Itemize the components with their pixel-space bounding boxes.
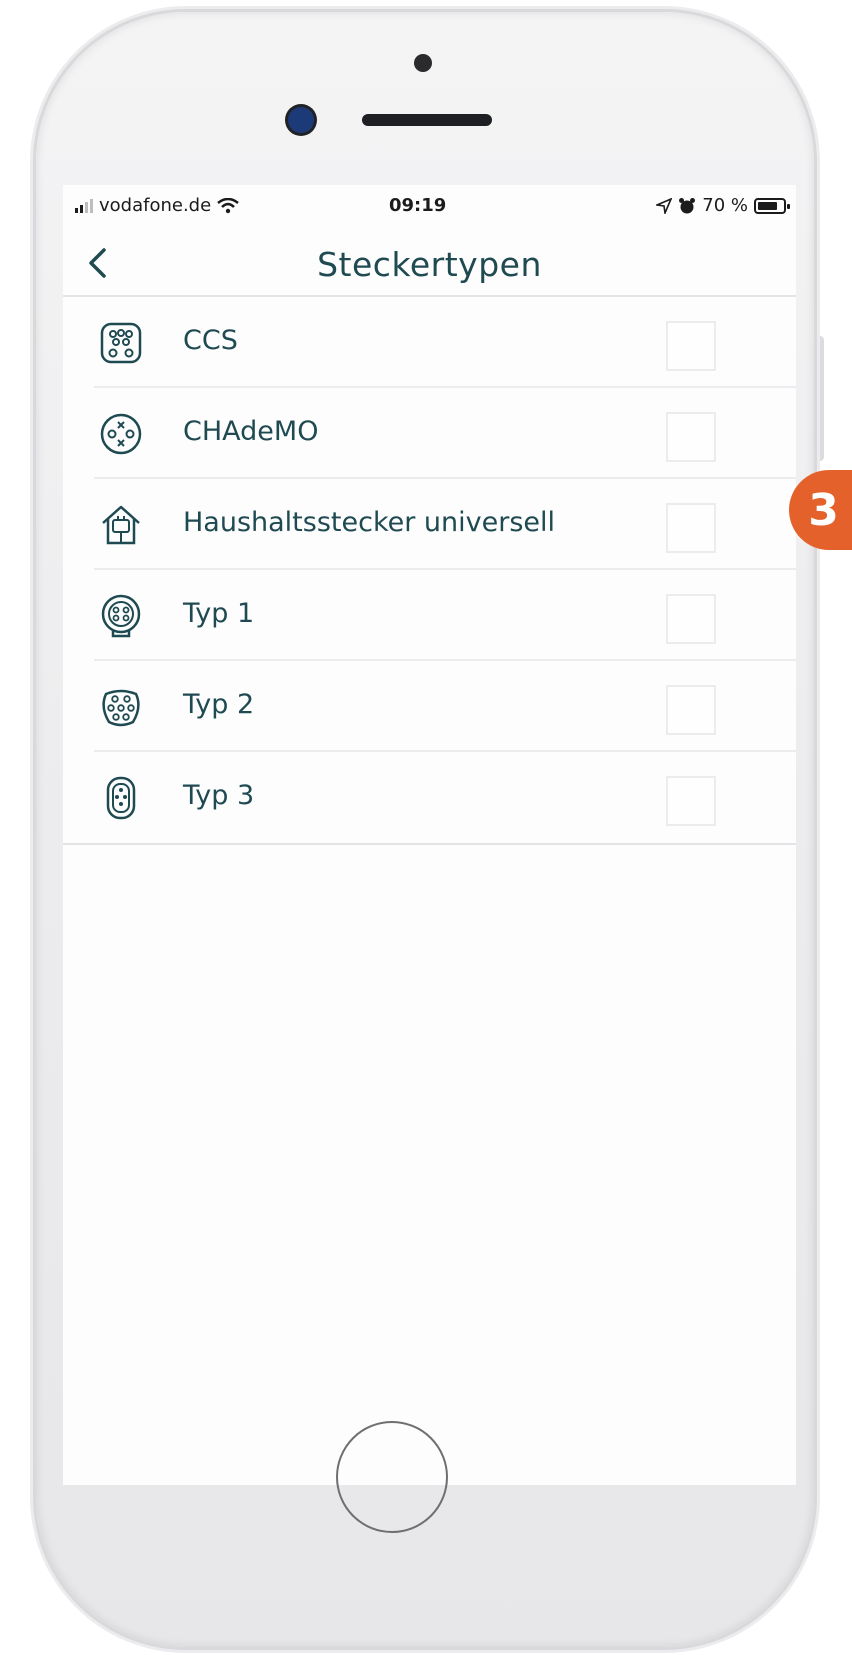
type2-plug-icon [102, 689, 140, 727]
phone-screen: vodafone.de 09:19 70 % Steckertypen CCS … [63, 185, 796, 1485]
page-title: Steckertypen [317, 245, 542, 284]
list-item-chademo[interactable]: CHAdeMO [63, 388, 796, 479]
chademo-plug-icon [100, 413, 142, 455]
list-item-household[interactable]: Haushaltsstecker universell [63, 479, 796, 570]
list-item-typ-1[interactable]: Typ 1 [63, 570, 796, 661]
list-item-label: CCS [183, 325, 238, 356]
type1-plug-icon [101, 594, 141, 638]
list-item-typ-2[interactable]: Typ 2 [63, 661, 796, 752]
checkbox[interactable] [666, 412, 716, 462]
ccs-plug-icon [100, 322, 142, 364]
checkbox[interactable] [666, 503, 716, 553]
household-plug-icon [102, 505, 140, 545]
checkbox[interactable] [666, 594, 716, 644]
carrier-name: vodafone.de [99, 195, 212, 216]
navigation-bar: Steckertypen [63, 231, 796, 297]
status-bar: vodafone.de 09:19 70 % [63, 185, 796, 231]
list-item-label: Typ 1 [183, 598, 255, 629]
list-item-label: Typ 3 [183, 780, 255, 811]
location-icon [656, 197, 673, 214]
front-camera [288, 107, 314, 133]
checkbox[interactable] [666, 685, 716, 735]
alarm-icon [679, 197, 696, 213]
power-button [815, 336, 824, 461]
list-item-ccs[interactable]: CCS [63, 297, 796, 388]
connector-list: CCS CHAdeMO Haushaltsstecker universell … [63, 297, 796, 845]
list-item-label: CHAdeMO [183, 416, 319, 447]
battery-percent: 70 % [702, 195, 748, 216]
wifi-icon [217, 197, 239, 213]
list-item-label: Typ 2 [183, 689, 255, 720]
earpiece-speaker [362, 114, 492, 126]
list-item-typ-3[interactable]: Typ 3 [63, 752, 796, 845]
battery-icon [754, 197, 790, 214]
type3-plug-icon [106, 776, 136, 820]
home-button[interactable] [336, 1421, 448, 1533]
status-time: 09:19 [389, 195, 447, 216]
checkbox[interactable] [666, 776, 716, 826]
signal-icon [75, 198, 93, 213]
list-item-label: Haushaltsstecker universell [183, 507, 556, 538]
proximity-sensor [414, 54, 432, 72]
checkbox[interactable] [666, 321, 716, 371]
